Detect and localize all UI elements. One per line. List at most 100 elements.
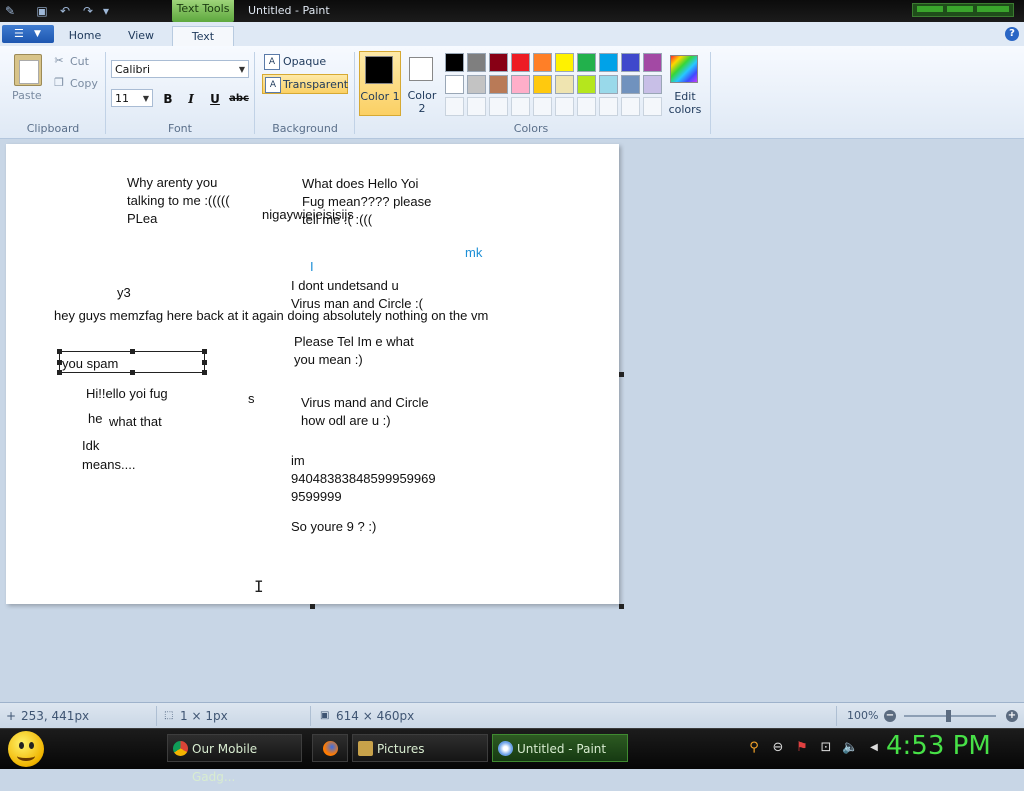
- taskbar-item-browser[interactable]: Our Mobile Gadg...: [167, 734, 302, 784]
- chevron-down-icon: ▼: [34, 29, 41, 39]
- zoom-slider-thumb[interactable]: [946, 710, 951, 722]
- redo-icon[interactable]: ↷: [80, 3, 96, 19]
- save-icon[interactable]: ▣: [34, 3, 50, 19]
- canvas-resize-handle-bottom[interactable]: [310, 604, 315, 609]
- palette-color-swatch[interactable]: [467, 75, 486, 94]
- customize-quick-access-icon[interactable]: ▾: [98, 3, 114, 19]
- palette-color-swatch[interactable]: [467, 53, 486, 72]
- palette-color-swatch[interactable]: [643, 75, 662, 94]
- palette-empty-swatch[interactable]: [621, 97, 640, 116]
- text-tools-context-label: Text Tools: [172, 0, 234, 22]
- paste-button[interactable]: Paste: [12, 89, 42, 102]
- canvas-text: Why arenty you: [127, 175, 218, 190]
- palette-color-swatch[interactable]: [577, 53, 596, 72]
- palette-color-swatch[interactable]: [577, 75, 596, 94]
- palette-color-swatch[interactable]: [511, 53, 530, 72]
- palette-color-swatch[interactable]: [621, 75, 640, 94]
- strikethrough-button[interactable]: abc: [228, 89, 250, 109]
- palette-empty-swatch[interactable]: [489, 97, 508, 116]
- opaque-label: Opaque: [283, 55, 327, 68]
- close-icon[interactable]: [977, 6, 1009, 12]
- resize-handle[interactable]: [57, 349, 62, 354]
- tab-text[interactable]: Text: [172, 26, 234, 47]
- palette-color-swatch[interactable]: [555, 53, 574, 72]
- color1-label: Color 1: [360, 90, 400, 103]
- tab-view[interactable]: View: [116, 26, 166, 46]
- clipboard-icon[interactable]: [14, 54, 42, 86]
- italic-button[interactable]: I: [180, 89, 202, 109]
- minimize-icon[interactable]: [917, 6, 943, 12]
- bold-button[interactable]: B: [157, 89, 179, 109]
- resize-handle[interactable]: [202, 349, 207, 354]
- palette-color-swatch[interactable]: [533, 75, 552, 94]
- resize-handle[interactable]: [202, 370, 207, 375]
- palette-color-swatch[interactable]: [533, 53, 552, 72]
- palette-color-swatch[interactable]: [489, 53, 508, 72]
- title-bar: ✎ ▣ ↶ ↷ ▾ Text Tools Untitled - Paint: [0, 0, 1024, 22]
- resize-handle[interactable]: [57, 370, 62, 375]
- drawing-canvas[interactable]: Why arenty you talking to me :((((( PLea…: [6, 144, 619, 604]
- action-center-flag-icon[interactable]: ⚑: [794, 740, 810, 756]
- palette-color-swatch[interactable]: [621, 53, 640, 72]
- palette-color-swatch[interactable]: [445, 75, 464, 94]
- canvas-resize-handle-right[interactable]: [619, 372, 624, 377]
- palette-empty-swatch[interactable]: [511, 97, 530, 116]
- minus-circle-icon[interactable]: ⊖: [770, 740, 786, 756]
- color2-button[interactable]: Color 2: [403, 51, 441, 116]
- ribbon-tab-row: ☰ ▼ Home View Text ?: [0, 22, 1024, 47]
- volume-icon[interactable]: 🔈: [842, 740, 858, 756]
- color1-button[interactable]: Color 1: [359, 51, 401, 116]
- palette-empty-swatch[interactable]: [577, 97, 596, 116]
- palette-color-swatch[interactable]: [643, 53, 662, 72]
- palette-color-swatch[interactable]: [599, 75, 618, 94]
- palette-color-swatch[interactable]: [445, 53, 464, 72]
- taskbar-item-firefox[interactable]: [312, 734, 348, 762]
- paint-menu-button[interactable]: ☰ ▼: [2, 25, 54, 43]
- chrome-icon: [173, 741, 188, 756]
- network-icon[interactable]: ⊡: [818, 740, 834, 756]
- palette-empty-swatch[interactable]: [533, 97, 552, 116]
- canvas-size-icon: ▣: [320, 710, 330, 721]
- window-controls[interactable]: [912, 3, 1014, 17]
- transparent-button[interactable]: A Transparent: [262, 74, 348, 94]
- palette-color-swatch[interactable]: [599, 53, 618, 72]
- resize-handle[interactable]: [130, 349, 135, 354]
- taskbar-item-pictures[interactable]: Pictures: [352, 734, 488, 762]
- canvas-text: Virus mand and Circle: [301, 395, 429, 410]
- undo-icon[interactable]: ↶: [57, 3, 73, 19]
- canvas-text: you mean :): [294, 352, 363, 367]
- copy-button[interactable]: Copy: [70, 77, 98, 90]
- canvas-text: So youre 9 ? :): [291, 519, 377, 534]
- palette-empty-swatch[interactable]: [467, 97, 486, 116]
- start-button-smiley-icon[interactable]: [8, 731, 44, 767]
- text-cursor-icon: I: [254, 577, 264, 596]
- maximize-icon[interactable]: [947, 6, 973, 12]
- clock[interactable]: 4:53 PM: [886, 731, 991, 761]
- palette-color-swatch[interactable]: [489, 75, 508, 94]
- show-hidden-icons-chevron-icon[interactable]: ◀: [866, 740, 882, 756]
- palette-empty-swatch[interactable]: [643, 97, 662, 116]
- palette-empty-swatch[interactable]: [599, 97, 618, 116]
- palette-empty-swatch[interactable]: [555, 97, 574, 116]
- taskbar-item-paint[interactable]: Untitled - Paint: [492, 734, 628, 762]
- palette-color-swatch[interactable]: [555, 75, 574, 94]
- cut-button[interactable]: Cut: [70, 55, 89, 68]
- palette-empty-swatch[interactable]: [445, 97, 464, 116]
- font-size-select[interactable]: 11 ▼: [111, 89, 153, 107]
- font-family-select[interactable]: Calibri ▼: [111, 60, 249, 78]
- underline-button[interactable]: U: [204, 89, 226, 109]
- zoom-out-icon[interactable]: −: [884, 710, 896, 722]
- tab-home[interactable]: Home: [60, 26, 110, 46]
- search-icon[interactable]: ⚲: [746, 740, 762, 756]
- opaque-button[interactable]: A Opaque: [262, 52, 348, 72]
- resize-handle[interactable]: [202, 360, 207, 365]
- palette-color-swatch[interactable]: [511, 75, 530, 94]
- canvas-text: tell me :( :(((: [302, 212, 373, 227]
- edit-colors-button[interactable]: Edit colors: [666, 52, 704, 116]
- resize-handle[interactable]: [130, 370, 135, 375]
- zoom-in-icon[interactable]: +: [1006, 710, 1018, 722]
- help-icon[interactable]: ?: [1005, 27, 1019, 41]
- paint-app-icon[interactable]: ✎: [2, 3, 18, 19]
- canvas-resize-handle-corner[interactable]: [619, 604, 624, 609]
- resize-handle[interactable]: [57, 360, 62, 365]
